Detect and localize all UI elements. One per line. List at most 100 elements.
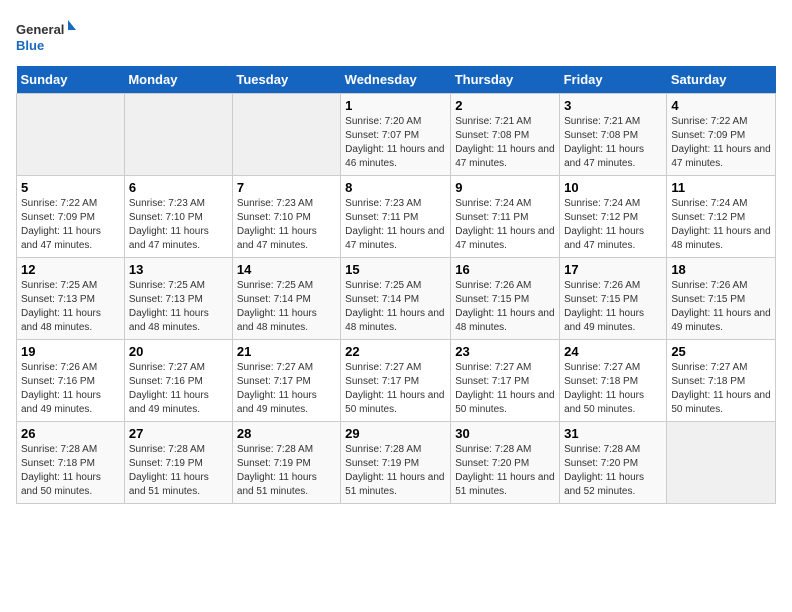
header-saturday: Saturday: [667, 66, 776, 94]
calendar-week-5: 26 Sunrise: 7:28 AM Sunset: 7:18 PM Dayli…: [17, 422, 776, 504]
day-number: 29: [345, 426, 446, 441]
calendar-cell: 28 Sunrise: 7:28 AM Sunset: 7:19 PM Dayli…: [232, 422, 340, 504]
day-number: 1: [345, 98, 446, 113]
day-info: Sunrise: 7:28 AM Sunset: 7:20 PM Dayligh…: [564, 443, 662, 499]
calendar-week-1: 1 Sunrise: 7:20 AM Sunset: 7:07 PM Daylig…: [17, 94, 776, 176]
day-number: 13: [129, 262, 228, 277]
calendar-cell: 1 Sunrise: 7:20 AM Sunset: 7:07 PM Daylig…: [341, 94, 451, 176]
day-number: 14: [237, 262, 336, 277]
day-info: Sunrise: 7:24 AM Sunset: 7:12 PM Dayligh…: [564, 197, 662, 253]
day-number: 9: [455, 180, 555, 195]
calendar-cell: 31 Sunrise: 7:28 AM Sunset: 7:20 PM Dayli…: [560, 422, 667, 504]
day-info: Sunrise: 7:27 AM Sunset: 7:18 PM Dayligh…: [564, 361, 662, 417]
day-info: Sunrise: 7:21 AM Sunset: 7:08 PM Dayligh…: [455, 115, 555, 171]
day-info: Sunrise: 7:28 AM Sunset: 7:18 PM Dayligh…: [21, 443, 120, 499]
day-number: 30: [455, 426, 555, 441]
svg-text:Blue: Blue: [16, 38, 44, 53]
day-info: Sunrise: 7:28 AM Sunset: 7:19 PM Dayligh…: [129, 443, 228, 499]
calendar-cell: 2 Sunrise: 7:21 AM Sunset: 7:08 PM Daylig…: [451, 94, 560, 176]
calendar-cell: [124, 94, 232, 176]
day-info: Sunrise: 7:26 AM Sunset: 7:15 PM Dayligh…: [671, 279, 771, 335]
calendar-cell: 14 Sunrise: 7:25 AM Sunset: 7:14 PM Dayli…: [232, 258, 340, 340]
calendar-cell: 27 Sunrise: 7:28 AM Sunset: 7:19 PM Dayli…: [124, 422, 232, 504]
day-info: Sunrise: 7:22 AM Sunset: 7:09 PM Dayligh…: [21, 197, 120, 253]
day-info: Sunrise: 7:20 AM Sunset: 7:07 PM Dayligh…: [345, 115, 446, 171]
day-info: Sunrise: 7:26 AM Sunset: 7:16 PM Dayligh…: [21, 361, 120, 417]
day-info: Sunrise: 7:22 AM Sunset: 7:09 PM Dayligh…: [671, 115, 771, 171]
calendar-cell: 7 Sunrise: 7:23 AM Sunset: 7:10 PM Daylig…: [232, 176, 340, 258]
calendar-table: SundayMondayTuesdayWednesdayThursdayFrid…: [16, 66, 776, 504]
day-number: 17: [564, 262, 662, 277]
calendar-cell: 3Sunrise: 7:21 AM Sunset: 7:08 PM Daylig…: [560, 94, 667, 176]
calendar-cell: 24 Sunrise: 7:27 AM Sunset: 7:18 PM Dayli…: [560, 340, 667, 422]
calendar-cell: 11Sunrise: 7:24 AM Sunset: 7:12 PM Dayli…: [667, 176, 776, 258]
calendar-cell: 16 Sunrise: 7:26 AM Sunset: 7:15 PM Dayli…: [451, 258, 560, 340]
header-thursday: Thursday: [451, 66, 560, 94]
day-info: Sunrise: 7:27 AM Sunset: 7:17 PM Dayligh…: [455, 361, 555, 417]
day-number: 15: [345, 262, 446, 277]
day-info: Sunrise: 7:28 AM Sunset: 7:20 PM Dayligh…: [455, 443, 555, 499]
calendar-cell: 6Sunrise: 7:23 AM Sunset: 7:10 PM Daylig…: [124, 176, 232, 258]
calendar-cell: 15 Sunrise: 7:25 AM Sunset: 7:14 PM Dayli…: [341, 258, 451, 340]
day-info: Sunrise: 7:27 AM Sunset: 7:17 PM Dayligh…: [237, 361, 336, 417]
day-number: 16: [455, 262, 555, 277]
day-number: 27: [129, 426, 228, 441]
day-number: 12: [21, 262, 120, 277]
day-info: Sunrise: 7:23 AM Sunset: 7:11 PM Dayligh…: [345, 197, 446, 253]
day-number: 31: [564, 426, 662, 441]
calendar-cell: 13Sunrise: 7:25 AM Sunset: 7:13 PM Dayli…: [124, 258, 232, 340]
calendar-cell: 12 Sunrise: 7:25 AM Sunset: 7:13 PM Dayli…: [17, 258, 125, 340]
calendar-header-row: SundayMondayTuesdayWednesdayThursdayFrid…: [17, 66, 776, 94]
calendar-cell: 8 Sunrise: 7:23 AM Sunset: 7:11 PM Daylig…: [341, 176, 451, 258]
day-number: 28: [237, 426, 336, 441]
calendar-cell: [232, 94, 340, 176]
logo: General Blue: [16, 16, 76, 56]
calendar-cell: 17Sunrise: 7:26 AM Sunset: 7:15 PM Dayli…: [560, 258, 667, 340]
day-info: Sunrise: 7:26 AM Sunset: 7:15 PM Dayligh…: [455, 279, 555, 335]
calendar-cell: 18 Sunrise: 7:26 AM Sunset: 7:15 PM Dayli…: [667, 258, 776, 340]
calendar-cell: 29 Sunrise: 7:28 AM Sunset: 7:19 PM Dayli…: [341, 422, 451, 504]
calendar-cell: 10Sunrise: 7:24 AM Sunset: 7:12 PM Dayli…: [560, 176, 667, 258]
page-header: General Blue: [16, 16, 776, 56]
logo-svg: General Blue: [16, 16, 76, 56]
calendar-cell: [17, 94, 125, 176]
day-number: 4: [671, 98, 771, 113]
calendar-cell: 19Sunrise: 7:26 AM Sunset: 7:16 PM Dayli…: [17, 340, 125, 422]
day-number: 24: [564, 344, 662, 359]
day-number: 21: [237, 344, 336, 359]
calendar-week-2: 5Sunrise: 7:22 AM Sunset: 7:09 PM Daylig…: [17, 176, 776, 258]
day-info: Sunrise: 7:24 AM Sunset: 7:11 PM Dayligh…: [455, 197, 555, 253]
day-info: Sunrise: 7:25 AM Sunset: 7:14 PM Dayligh…: [345, 279, 446, 335]
day-number: 7: [237, 180, 336, 195]
calendar-cell: 30 Sunrise: 7:28 AM Sunset: 7:20 PM Dayli…: [451, 422, 560, 504]
day-number: 22: [345, 344, 446, 359]
calendar-week-4: 19Sunrise: 7:26 AM Sunset: 7:16 PM Dayli…: [17, 340, 776, 422]
day-number: 25: [671, 344, 771, 359]
calendar-cell: 22 Sunrise: 7:27 AM Sunset: 7:17 PM Dayli…: [341, 340, 451, 422]
calendar-cell: 4 Sunrise: 7:22 AM Sunset: 7:09 PM Daylig…: [667, 94, 776, 176]
day-number: 26: [21, 426, 120, 441]
calendar-cell: 5Sunrise: 7:22 AM Sunset: 7:09 PM Daylig…: [17, 176, 125, 258]
day-info: Sunrise: 7:27 AM Sunset: 7:17 PM Dayligh…: [345, 361, 446, 417]
header-sunday: Sunday: [17, 66, 125, 94]
day-number: 23: [455, 344, 555, 359]
header-wednesday: Wednesday: [341, 66, 451, 94]
day-number: 2: [455, 98, 555, 113]
day-number: 20: [129, 344, 228, 359]
day-info: Sunrise: 7:28 AM Sunset: 7:19 PM Dayligh…: [237, 443, 336, 499]
day-info: Sunrise: 7:25 AM Sunset: 7:14 PM Dayligh…: [237, 279, 336, 335]
day-info: Sunrise: 7:23 AM Sunset: 7:10 PM Dayligh…: [237, 197, 336, 253]
day-info: Sunrise: 7:23 AM Sunset: 7:10 PM Dayligh…: [129, 197, 228, 253]
calendar-week-3: 12 Sunrise: 7:25 AM Sunset: 7:13 PM Dayli…: [17, 258, 776, 340]
header-friday: Friday: [560, 66, 667, 94]
day-info: Sunrise: 7:25 AM Sunset: 7:13 PM Dayligh…: [21, 279, 120, 335]
calendar-cell: 25Sunrise: 7:27 AM Sunset: 7:18 PM Dayli…: [667, 340, 776, 422]
day-info: Sunrise: 7:28 AM Sunset: 7:19 PM Dayligh…: [345, 443, 446, 499]
header-tuesday: Tuesday: [232, 66, 340, 94]
day-number: 8: [345, 180, 446, 195]
svg-text:General: General: [16, 22, 64, 37]
calendar-cell: 23 Sunrise: 7:27 AM Sunset: 7:17 PM Dayli…: [451, 340, 560, 422]
calendar-cell: 20 Sunrise: 7:27 AM Sunset: 7:16 PM Dayli…: [124, 340, 232, 422]
day-info: Sunrise: 7:27 AM Sunset: 7:16 PM Dayligh…: [129, 361, 228, 417]
day-number: 18: [671, 262, 771, 277]
